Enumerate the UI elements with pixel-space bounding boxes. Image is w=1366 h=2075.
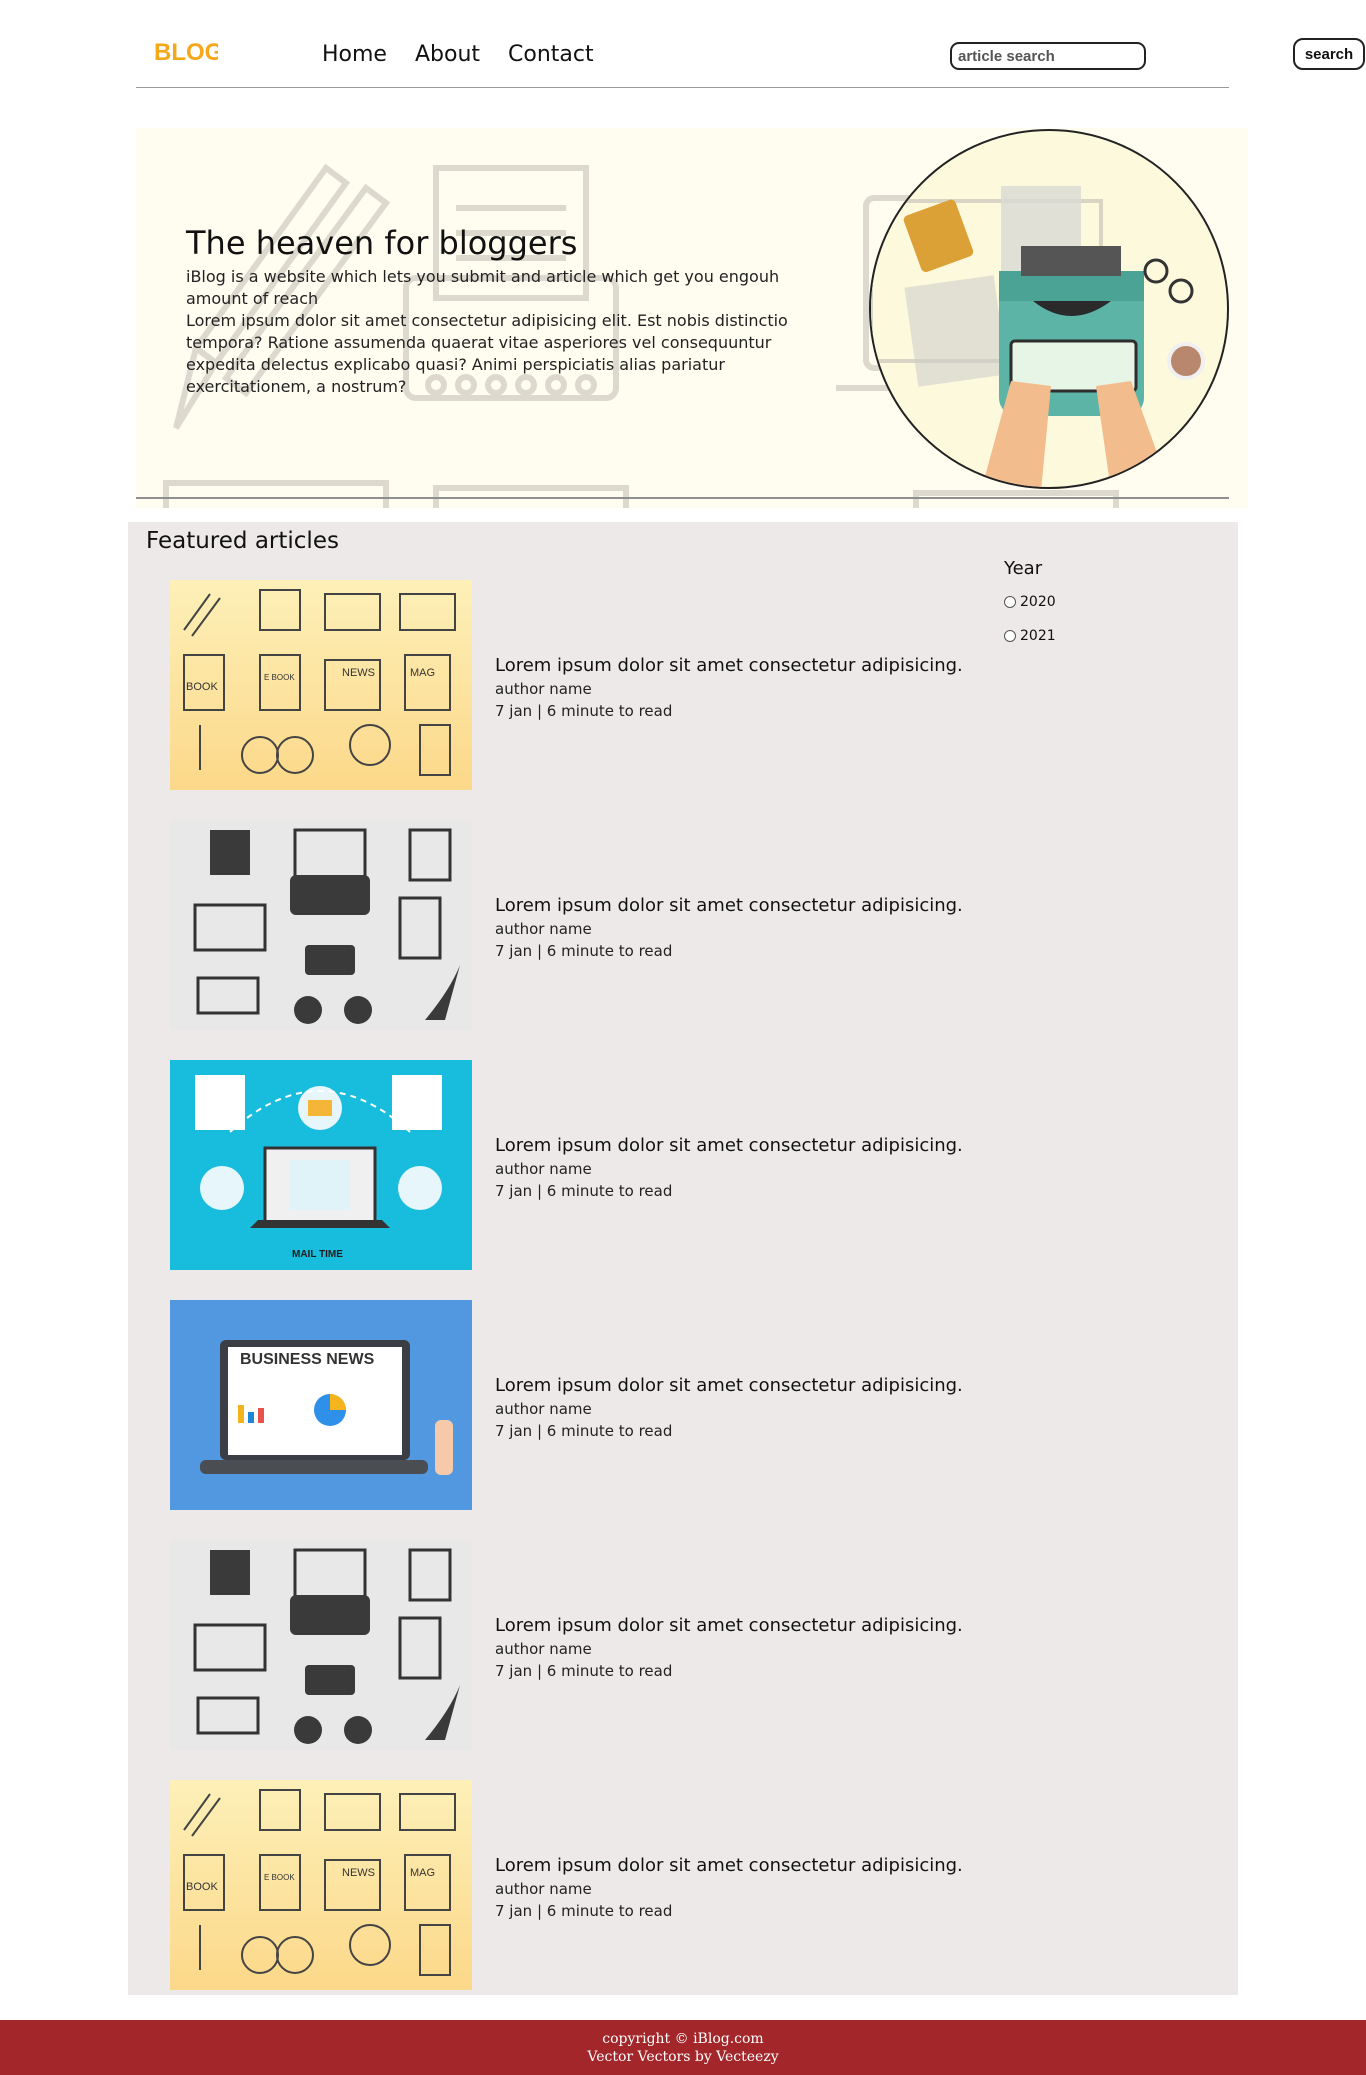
article-card[interactable]: BOOK E BOOK NEWS MAG Lorem ipsum dolor s… bbox=[170, 580, 1040, 792]
article-meta: 7 jan | 6 minute to read bbox=[495, 1902, 673, 1920]
mag-label: MAG bbox=[410, 667, 435, 679]
article-title[interactable]: Lorem ipsum dolor sit amet consectetur a… bbox=[495, 895, 963, 916]
footer-credit[interactable]: Vector Vectors by Vecteezy bbox=[0, 2048, 1366, 2066]
article-meta: 7 jan | 6 minute to read bbox=[495, 1422, 673, 1440]
dark-writing-icons-image bbox=[193, 828, 460, 1024]
article-title[interactable]: Lorem ipsum dolor sit amet consectetur a… bbox=[495, 1855, 963, 1876]
article-card[interactable]: BUSINESS NEWS Lorem ipsum dolor sit amet… bbox=[170, 1300, 1040, 1512]
radio-button[interactable] bbox=[1004, 630, 1016, 642]
article-title[interactable]: Lorem ipsum dolor sit amet consectetur a… bbox=[495, 1135, 963, 1156]
business-news-label: BUSINESS NEWS bbox=[240, 1351, 375, 1368]
book-label: BOOK bbox=[186, 681, 218, 693]
mail-time-image: MAIL TIME bbox=[195, 1075, 442, 1260]
featured-section: Featured articles BOOK E BOOK NEWS MAG L… bbox=[128, 522, 1238, 1995]
article-meta: 7 jan | 6 minute to read bbox=[495, 1662, 673, 1680]
mag-label: MAG bbox=[410, 1867, 435, 1879]
business-news-image: BUSINESS NEWS bbox=[200, 1340, 453, 1475]
article-card[interactable]: MAIL TIME Lorem ipsum dolor sit amet con… bbox=[170, 1060, 1040, 1272]
article-thumbnail: MAIL TIME bbox=[170, 1060, 472, 1270]
typewriter-illustration bbox=[871, 186, 1205, 487]
article-meta: 7 jan | 6 minute to read bbox=[495, 1182, 673, 1200]
mail-time-label: MAIL TIME bbox=[292, 1249, 343, 1260]
footer: copyright © iBlog.com Vector Vectors by … bbox=[0, 2020, 1366, 2075]
ebook-label: E BOOK bbox=[264, 1873, 295, 1882]
article-title[interactable]: Lorem ipsum dolor sit amet consectetur a… bbox=[495, 655, 963, 676]
nav-link-contact[interactable]: Contact bbox=[508, 42, 594, 67]
featured-title: Featured articles bbox=[146, 528, 339, 554]
article-author: author name bbox=[495, 1160, 592, 1178]
year-option-label: 2020 bbox=[1020, 594, 1056, 610]
article-thumbnail: BOOK E BOOK NEWS MAG bbox=[170, 1780, 472, 1990]
year-option-label: 2021 bbox=[1020, 628, 1056, 644]
footer-copyright: copyright © iBlog.com bbox=[602, 2031, 764, 2047]
year-filter-title: Year bbox=[1004, 558, 1043, 579]
nav-link-about[interactable]: About bbox=[415, 42, 480, 67]
article-card[interactable]: BOOK E BOOK NEWS MAG Lorem ipsum dolor s… bbox=[170, 1780, 1040, 1992]
logo-icon[interactable]: BLOG bbox=[152, 36, 218, 66]
article-thumbnail: BUSINESS NEWS bbox=[170, 1300, 472, 1510]
nav-link-home[interactable]: Home bbox=[322, 42, 387, 67]
article-thumbnail bbox=[170, 1540, 472, 1750]
hero-divider bbox=[136, 497, 1229, 499]
logo-text: BLOG bbox=[154, 39, 218, 66]
article-title[interactable]: Lorem ipsum dolor sit amet consectetur a… bbox=[495, 1375, 963, 1396]
article-title[interactable]: Lorem ipsum dolor sit amet consectetur a… bbox=[495, 1615, 963, 1636]
writing-icons-image: BOOK E BOOK NEWS MAG bbox=[183, 1789, 456, 1976]
hero-title: The heaven for bloggers bbox=[186, 224, 578, 262]
hero-intro: iBlog is a website which lets you submit… bbox=[186, 267, 780, 308]
article-thumbnail bbox=[170, 820, 472, 1030]
writing-icons-image: BOOK E BOOK NEWS MAG bbox=[183, 589, 456, 776]
nav-links: Home About Contact bbox=[322, 42, 594, 67]
article-author: author name bbox=[495, 920, 592, 938]
hero-typewriter-image bbox=[869, 129, 1229, 489]
search-button[interactable]: search bbox=[1293, 38, 1365, 70]
hero-body: Lorem ipsum dolor sit amet consectetur a… bbox=[186, 311, 788, 396]
article-author: author name bbox=[495, 680, 592, 698]
article-card[interactable]: Lorem ipsum dolor sit amet consectetur a… bbox=[170, 820, 1040, 1032]
news-label: NEWS bbox=[342, 667, 375, 679]
year-option-2020[interactable]: 2020 bbox=[1004, 594, 1056, 610]
hero-text: iBlog is a website which lets you submit… bbox=[186, 266, 806, 398]
article-author: author name bbox=[495, 1400, 592, 1418]
radio-button[interactable] bbox=[1004, 596, 1016, 608]
news-label: NEWS bbox=[342, 1867, 375, 1879]
article-author: author name bbox=[495, 1880, 592, 1898]
search-input[interactable] bbox=[950, 42, 1146, 70]
book-label: BOOK bbox=[186, 1881, 218, 1893]
article-thumbnail: BOOK E BOOK NEWS MAG bbox=[170, 580, 472, 790]
article-author: author name bbox=[495, 1640, 592, 1658]
article-meta: 7 jan | 6 minute to read bbox=[495, 942, 673, 960]
top-navbar: BLOG Home About Contact search bbox=[136, 28, 1365, 88]
ebook-label: E BOOK bbox=[264, 673, 295, 682]
dark-writing-icons-image bbox=[193, 1548, 460, 1744]
article-meta: 7 jan | 6 minute to read bbox=[495, 702, 673, 720]
year-option-2021[interactable]: 2021 bbox=[1004, 628, 1056, 644]
article-card[interactable]: Lorem ipsum dolor sit amet consectetur a… bbox=[170, 1540, 1040, 1752]
